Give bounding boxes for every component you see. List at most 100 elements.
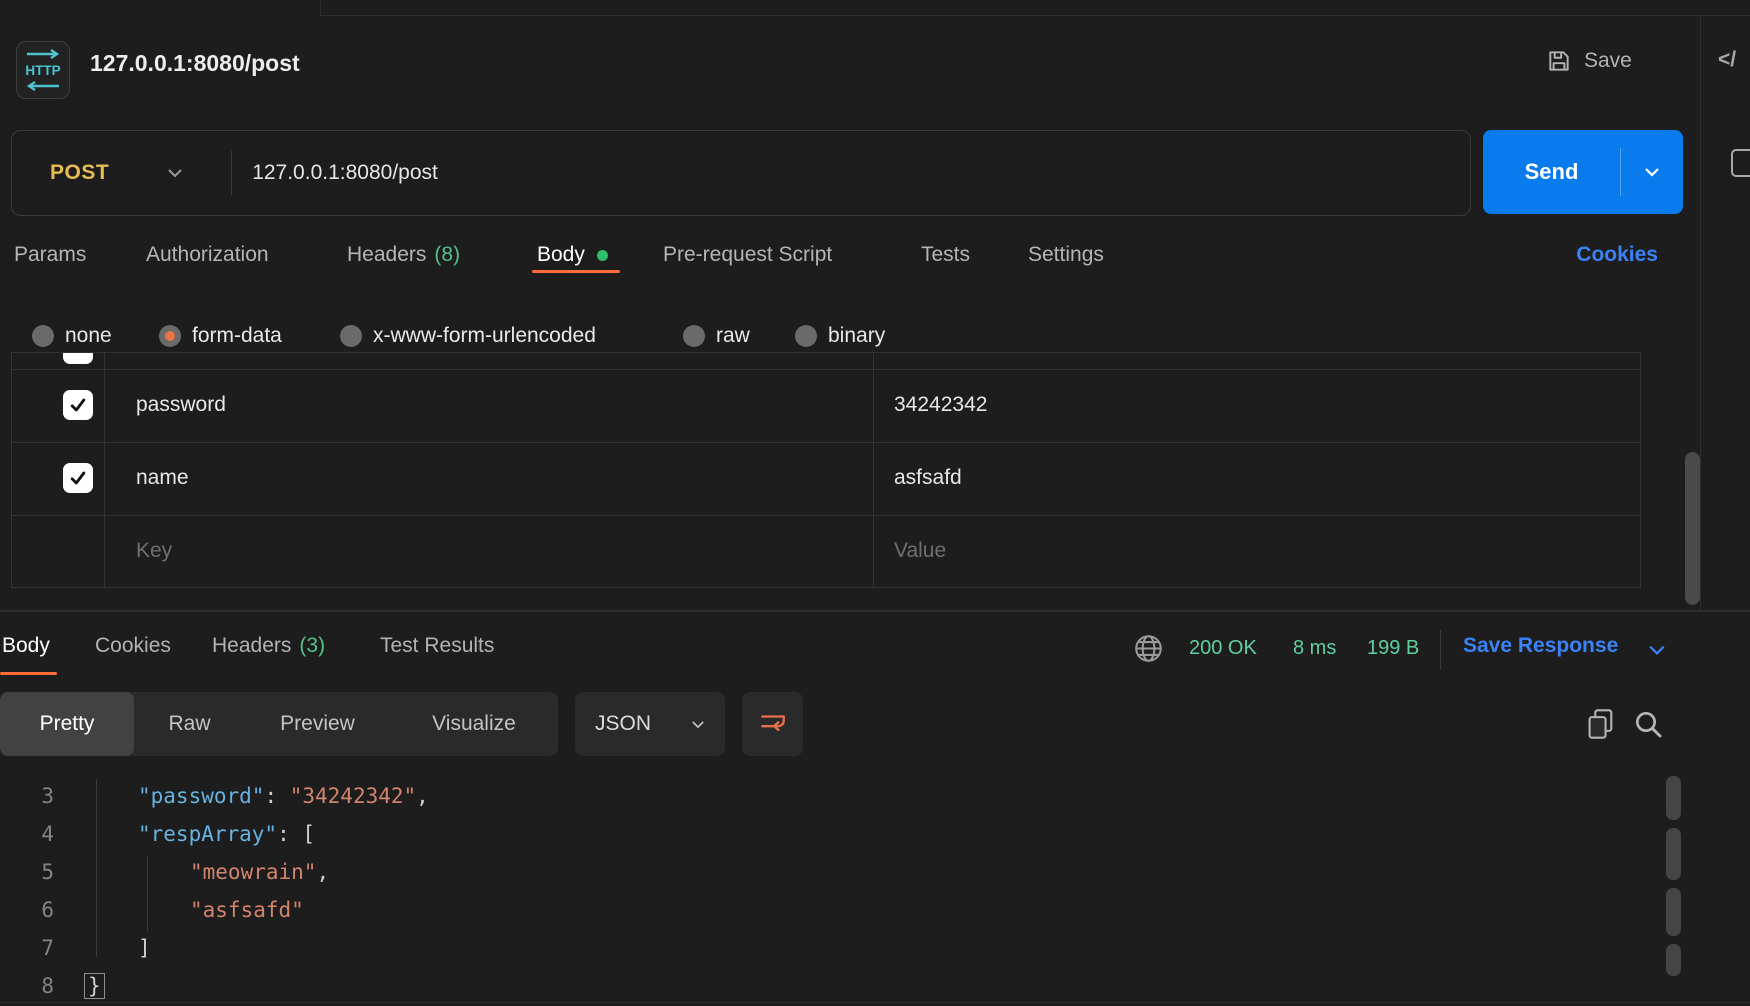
tab-params[interactable]: Params xyxy=(14,243,86,267)
radio-raw-circle xyxy=(683,325,705,347)
search-response-icon[interactable] xyxy=(1632,708,1664,740)
radio-form-data[interactable]: form-data xyxy=(159,324,282,348)
format-chevron-down-icon xyxy=(691,720,705,729)
response-pane-divider xyxy=(0,610,1750,612)
value-cell[interactable]: 34242342 xyxy=(894,393,987,417)
check-icon xyxy=(68,468,88,488)
line-number: 6 xyxy=(0,898,70,922)
globe-icon[interactable] xyxy=(1133,633,1164,664)
tab-pre-request-script[interactable]: Pre-request Script xyxy=(663,243,832,267)
tabstrip-divider xyxy=(320,0,321,15)
radio-none-circle xyxy=(32,325,54,347)
radio-x-www-form-urlencoded[interactable]: x-www-form-urlencoded xyxy=(340,324,596,348)
table-checkbox-column-divider xyxy=(104,353,105,587)
radio-form-data-circle-selected xyxy=(159,325,181,347)
line-number: 7 xyxy=(0,936,70,960)
code-token: "asfsafd" xyxy=(190,898,304,922)
code-snippet-icon[interactable]: </ xyxy=(1718,48,1736,72)
bottom-border xyxy=(0,1002,1750,1003)
save-response-chevron-icon[interactable] xyxy=(1648,644,1666,656)
cookies-link[interactable]: Cookies xyxy=(1576,243,1658,267)
response-scrollbar-thumb[interactable] xyxy=(1666,888,1681,936)
viewer-mode-preview[interactable]: Preview xyxy=(245,692,390,756)
code-token: "password" xyxy=(138,784,264,808)
tab-body-label: Body xyxy=(537,243,585,266)
response-headers-count-badge: (3) xyxy=(299,634,325,657)
key-cell[interactable]: name xyxy=(136,466,189,490)
radio-none-label: none xyxy=(65,324,112,348)
response-size[interactable]: 199 B xyxy=(1367,637,1419,660)
active-tab-underline xyxy=(532,270,620,273)
method-chevron-down-icon[interactable] xyxy=(167,168,183,178)
tabstrip-border xyxy=(320,15,1750,16)
line-number: 5 xyxy=(0,860,70,884)
row-password-checkbox[interactable] xyxy=(63,390,93,420)
send-button[interactable]: Send xyxy=(1483,130,1683,214)
response-tab-headers[interactable]: Headers (3) xyxy=(212,634,325,658)
wrap-text-button[interactable] xyxy=(742,692,803,756)
format-dropdown[interactable]: JSON xyxy=(575,692,725,756)
table-row-border xyxy=(12,442,1640,443)
response-scrollbar-thumb[interactable] xyxy=(1666,776,1681,820)
key-cell[interactable]: password xyxy=(136,393,226,417)
response-scrollbar-thumb[interactable] xyxy=(1666,828,1681,880)
save-icon xyxy=(1546,48,1572,74)
copy-response-icon[interactable] xyxy=(1586,708,1616,740)
table-value-column-divider xyxy=(873,353,874,587)
radio-binary-label: binary xyxy=(828,324,885,348)
request-url-bar: POST 127.0.0.1:8080/post xyxy=(11,130,1471,216)
tab-authorization[interactable]: Authorization xyxy=(146,243,269,267)
tab-body[interactable]: Body xyxy=(537,243,608,267)
code-token: "meowrain" xyxy=(190,860,316,884)
partial-scrolled-checkbox[interactable] xyxy=(63,353,93,364)
radio-urlencoded-label: x-www-form-urlencoded xyxy=(373,324,596,348)
code-line: 5"meowrain", xyxy=(0,853,1750,891)
code-token: "34242342" xyxy=(290,784,416,808)
tab-settings[interactable]: Settings xyxy=(1028,243,1104,267)
response-tab-test-results[interactable]: Test Results xyxy=(380,634,494,658)
value-placeholder-input[interactable]: Value xyxy=(894,539,946,563)
radio-raw[interactable]: raw xyxy=(683,324,750,348)
value-cell[interactable]: asfsafd xyxy=(894,466,962,490)
response-tab-cookies[interactable]: Cookies xyxy=(95,634,171,658)
line-number: 3 xyxy=(0,784,70,808)
form-data-table: password 34242342 name asfsafd Key Value xyxy=(11,352,1641,588)
table-row-border xyxy=(12,369,1640,370)
line-number: 4 xyxy=(0,822,70,846)
response-scrollbar-thumb[interactable] xyxy=(1666,944,1681,976)
documentation-icon[interactable] xyxy=(1730,148,1750,180)
send-options-chevron[interactable] xyxy=(1621,167,1683,177)
url-bar-divider xyxy=(231,151,232,195)
table-scrollbar-thumb[interactable] xyxy=(1685,452,1700,605)
url-input[interactable]: 127.0.0.1:8080/post xyxy=(252,161,438,185)
table-row-border xyxy=(12,515,1640,516)
save-button[interactable]: Save xyxy=(1546,48,1632,74)
radio-raw-label: raw xyxy=(716,324,750,348)
row-name-checkbox[interactable] xyxy=(63,463,93,493)
viewer-mode-visualize[interactable]: Visualize xyxy=(390,692,558,756)
response-tab-body[interactable]: Body xyxy=(2,634,50,658)
method-selector[interactable]: POST xyxy=(50,161,109,185)
tab-tests[interactable]: Tests xyxy=(921,243,970,267)
response-headers-label: Headers xyxy=(212,634,291,657)
code-line: 4"respArray": [ xyxy=(0,815,1750,853)
page-title: 127.0.0.1:8080/post xyxy=(90,50,300,77)
save-response-button[interactable]: Save Response xyxy=(1463,634,1618,658)
right-rail-divider xyxy=(1700,15,1701,610)
response-time[interactable]: 8 ms xyxy=(1293,637,1336,660)
viewer-mode-pretty[interactable]: Pretty xyxy=(0,692,134,756)
key-placeholder-input[interactable]: Key xyxy=(136,539,172,563)
radio-none[interactable]: none xyxy=(32,324,112,348)
wrap-text-icon xyxy=(758,709,788,739)
response-body-code[interactable]: 3"password": "34242342",4"respArray": [5… xyxy=(0,777,1750,1005)
status-badge[interactable]: 200 OK xyxy=(1189,637,1257,660)
indent-guide xyxy=(147,856,148,932)
code-token: : xyxy=(264,784,289,808)
tab-headers[interactable]: Headers(8) xyxy=(347,243,460,267)
tab-headers-label: Headers xyxy=(347,243,426,266)
code-line: 6 "asfsafd" xyxy=(0,891,1750,929)
radio-binary[interactable]: binary xyxy=(795,324,885,348)
save-label: Save xyxy=(1584,49,1632,73)
response-active-tab-underline xyxy=(0,672,57,675)
viewer-mode-raw[interactable]: Raw xyxy=(134,692,245,756)
